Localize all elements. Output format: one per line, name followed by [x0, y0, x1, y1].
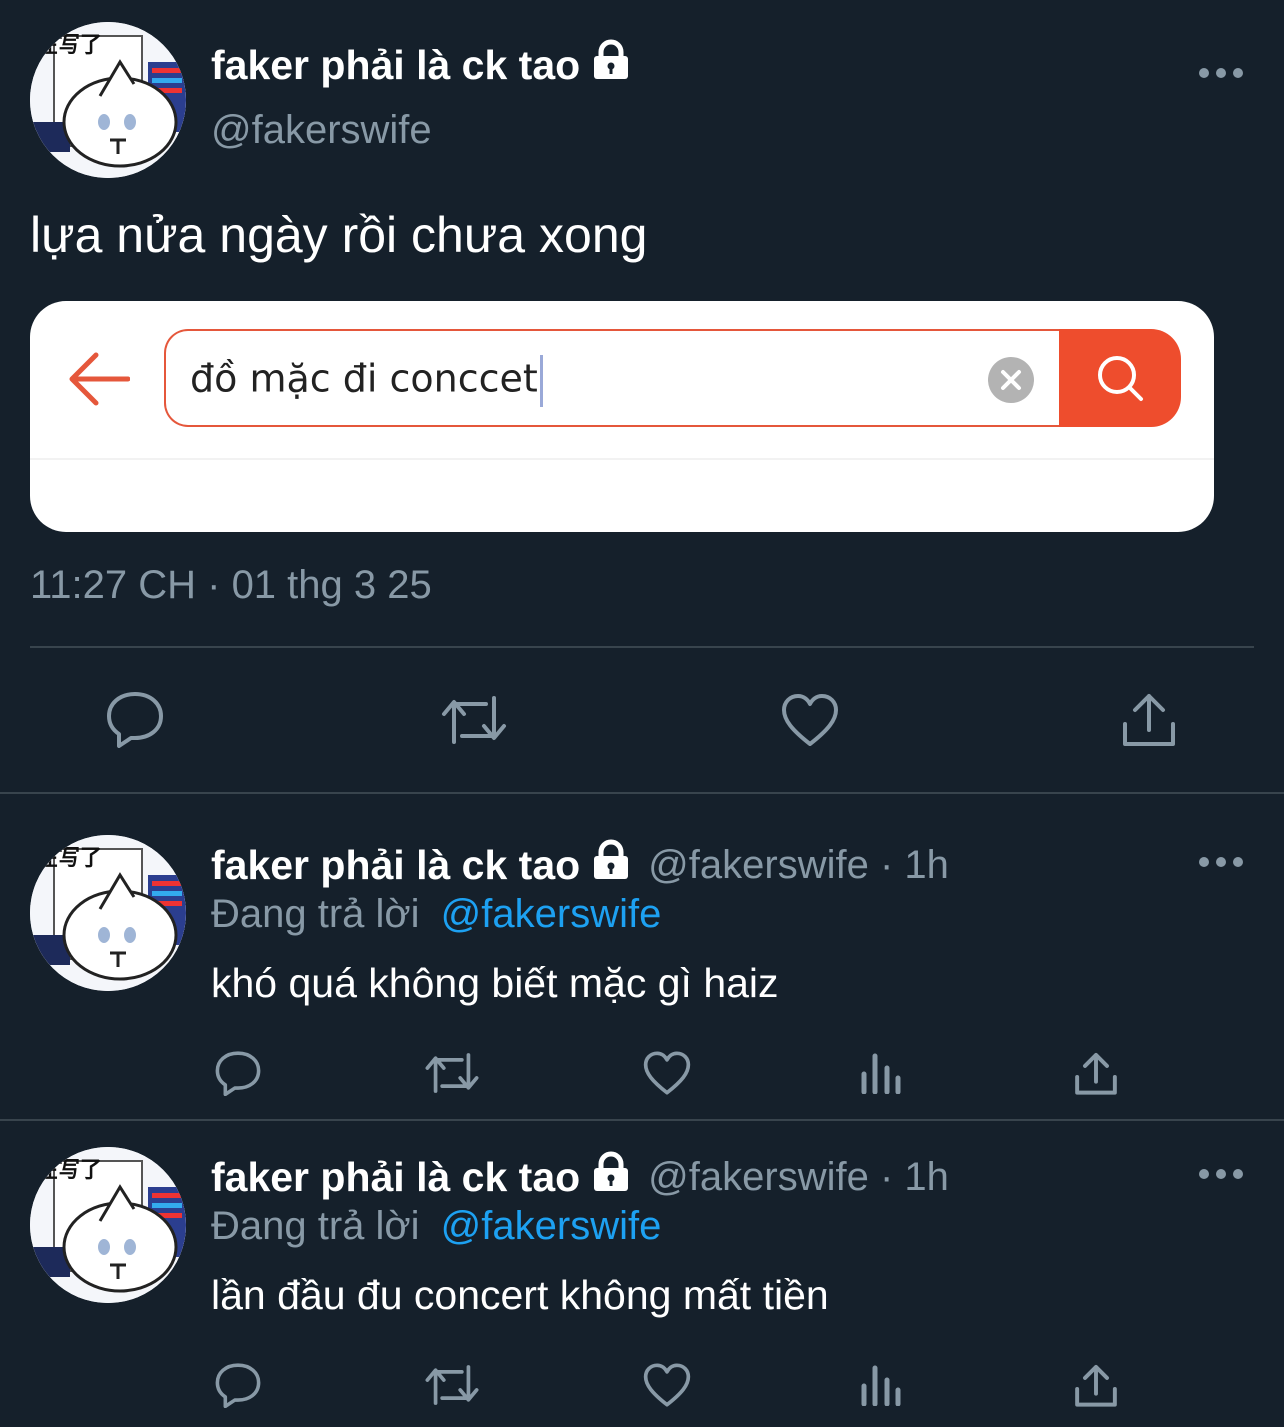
reply-icon[interactable]	[105, 690, 165, 748]
replying-prefix: Đang trả lời	[211, 892, 420, 936]
avatar[interactable]: 在写了	[30, 835, 186, 991]
divider	[30, 646, 1254, 648]
avatar[interactable]: 在写了	[30, 1147, 186, 1303]
text-caret	[539, 355, 543, 407]
display-name[interactable]: faker phải là ck tao	[211, 39, 632, 91]
search-query: đồ mặc đi conccet	[190, 356, 538, 401]
replying-to: Đang trả lời @fakerswife	[211, 892, 661, 937]
divider	[0, 1119, 1284, 1121]
retweet-icon[interactable]	[424, 1362, 480, 1408]
retweet-icon[interactable]	[440, 692, 508, 748]
mention-link[interactable]: @fakerswife	[441, 1204, 662, 1248]
share-icon[interactable]	[1074, 1362, 1118, 1408]
search-input: đồ mặc đi conccet	[164, 329, 1060, 427]
avatar[interactable]: 在写了	[30, 22, 186, 178]
avatar-text: 在写了	[36, 32, 102, 57]
like-icon[interactable]	[642, 1050, 692, 1096]
mention-link[interactable]: @fakerswife	[441, 892, 662, 936]
reply-header: faker phải là ck tao @fakerswife · 1h	[211, 1151, 949, 1203]
more-icon[interactable]	[1199, 1164, 1243, 1184]
more-icon[interactable]	[1199, 852, 1243, 872]
share-icon[interactable]	[1121, 690, 1177, 748]
tweet-image[interactable]: đồ mặc đi conccet	[30, 301, 1214, 532]
avatar-text: 在写了	[36, 845, 102, 870]
replying-prefix: Đang trả lời	[211, 1204, 420, 1248]
image-divider	[30, 458, 1214, 460]
timestamp[interactable]: 11:27 CH · 01 thg 3 25	[30, 563, 432, 608]
share-icon[interactable]	[1074, 1050, 1118, 1096]
like-icon[interactable]	[780, 692, 840, 748]
lock-icon	[590, 1151, 632, 1203]
replying-to: Đang trả lời @fakerswife	[211, 1204, 661, 1249]
search-icon	[1059, 329, 1181, 427]
reply-icon[interactable]	[214, 1050, 262, 1096]
handle[interactable]: @fakerswife	[211, 108, 432, 153]
divider	[0, 792, 1284, 794]
retweet-icon[interactable]	[424, 1050, 480, 1096]
reply-header: faker phải là ck tao @fakerswife · 1h	[211, 839, 949, 891]
tweet-text: lựa nửa ngày rồi chưa xong	[30, 207, 648, 263]
display-name[interactable]: faker phải là ck tao	[211, 842, 580, 889]
display-name-text: faker phải là ck tao	[211, 41, 581, 88]
views-icon[interactable]	[860, 1364, 902, 1406]
lock-icon	[590, 39, 632, 91]
like-icon[interactable]	[642, 1362, 692, 1408]
clear-icon	[988, 357, 1034, 403]
lock-icon	[590, 839, 632, 891]
handle-time[interactable]: @fakerswife · 1h	[648, 843, 949, 888]
reply-icon[interactable]	[214, 1362, 262, 1408]
tweet-text: lần đầu đu concert không mất tiền	[211, 1272, 829, 1318]
tweet-text: khó quá không biết mặc gì haiz	[211, 960, 779, 1006]
back-arrow-icon	[66, 351, 130, 407]
display-name[interactable]: faker phải là ck tao	[211, 1154, 580, 1201]
avatar-text: 在写了	[36, 1157, 102, 1182]
more-icon[interactable]	[1199, 63, 1243, 83]
views-icon[interactable]	[860, 1052, 902, 1094]
handle-time[interactable]: @fakerswife · 1h	[648, 1155, 949, 1200]
